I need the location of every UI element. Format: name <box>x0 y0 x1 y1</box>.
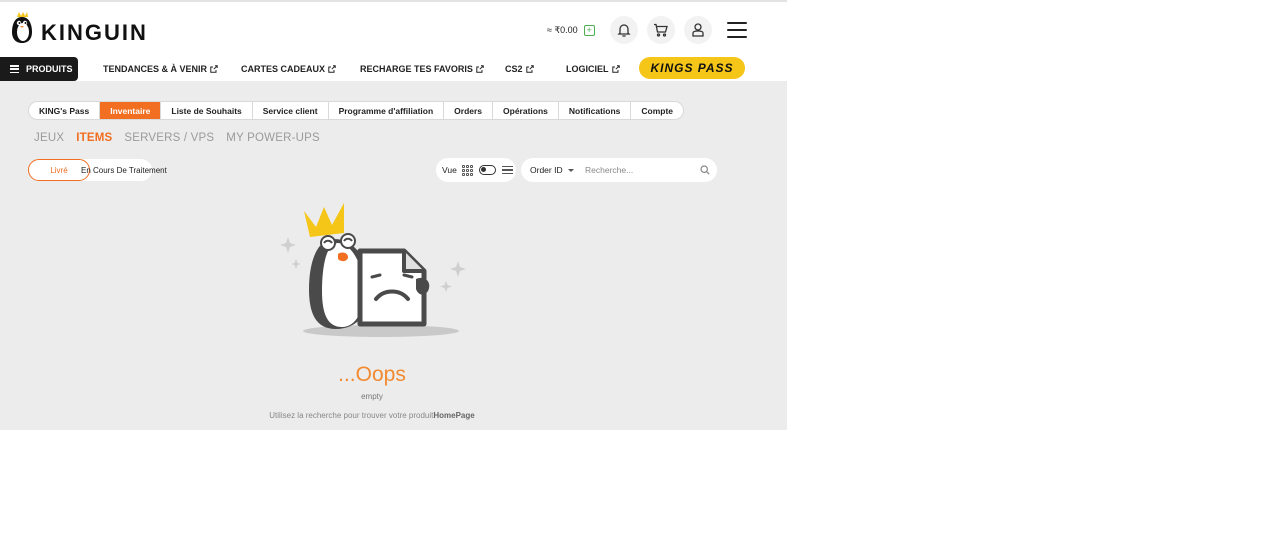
subtab-servers[interactable]: SERVERS / VPS <box>124 132 214 144</box>
header: KINGUIN ≈ ₹0.00 + <box>0 2 787 57</box>
hamburger-menu-icon[interactable] <box>726 22 747 38</box>
nav-item-top-up[interactable]: RECHARGE TES FAVORIS <box>360 57 484 81</box>
add-funds-icon[interactable]: + <box>583 24 595 36</box>
empty-state-hint: Utilisez la recherche pour trouver votre… <box>0 411 744 420</box>
list-icon <box>10 65 19 73</box>
empty-state-title: ...Oops <box>338 363 406 386</box>
search-bar: Order ID <box>521 158 717 182</box>
subtab-games[interactable]: JEUX <box>34 132 64 144</box>
tab-kings-pass[interactable]: KING's Pass <box>29 102 101 119</box>
user-icon <box>692 23 704 37</box>
main-nav: PRODUITS TENDANCES & À VENIR CARTES CADE… <box>0 57 787 81</box>
notifications-button[interactable] <box>609 16 638 44</box>
bell-icon <box>617 24 631 37</box>
search-input[interactable] <box>585 165 697 175</box>
external-link-icon <box>328 65 336 73</box>
tab-account[interactable]: Compte <box>631 102 683 119</box>
products-menu-button[interactable]: PRODUITS <box>0 57 78 81</box>
tab-wishlist[interactable]: Liste de Souhaits <box>161 102 253 119</box>
view-toggle-switch[interactable] <box>478 165 496 175</box>
view-label: Vue <box>442 165 457 175</box>
account-tabs: KING's Pass Inventaire Liste de Souhaits… <box>28 101 685 120</box>
external-link-icon <box>525 65 534 73</box>
nav-item-gift-cards[interactable]: CARTES CADEAUX <box>241 57 336 81</box>
page: KINGUIN ≈ ₹0.00 + PRODUITS TENDANCES & À… <box>0 0 787 536</box>
tab-customer-service[interactable]: Service client <box>253 102 329 119</box>
nav-item-cs2[interactable]: CS2 <box>505 57 534 81</box>
products-label: PRODUITS <box>26 64 73 74</box>
penguin-logo-icon <box>12 12 32 43</box>
external-link-icon <box>476 65 484 73</box>
tab-orders[interactable]: Orders <box>444 102 494 119</box>
cart-icon <box>654 23 669 37</box>
homepage-link[interactable]: HomePage <box>433 411 474 420</box>
empty-state-subtitle: empty <box>361 392 383 401</box>
empty-state-hint-text: Utilisez la recherche pour trouver votre… <box>269 411 434 420</box>
view-switcher: Vue <box>436 158 516 182</box>
kinguin-logo[interactable]: KINGUIN <box>9 12 148 44</box>
logo-text: KINGUIN <box>41 20 148 45</box>
tab-inventory[interactable]: Inventaire <box>100 102 162 119</box>
header-actions: ≈ ₹0.00 + <box>541 16 747 44</box>
external-link-icon <box>611 65 620 73</box>
cart-button[interactable] <box>646 16 675 44</box>
subtab-items[interactable]: ITEMS <box>76 132 112 144</box>
status-processing-button[interactable]: En Cours De Traitement <box>81 159 167 181</box>
external-link-icon <box>210 65 218 73</box>
order-id-select-value: Order ID <box>530 165 563 175</box>
inventory-subtabs: JEUX ITEMS SERVERS / VPS MY POWER-UPS <box>34 132 332 144</box>
kings-pass-button[interactable]: KINGS PASS <box>639 57 745 79</box>
search-icon[interactable] <box>700 165 710 175</box>
subtab-power-ups[interactable]: MY POWER-UPS <box>226 132 320 144</box>
tab-affiliate[interactable]: Programme d'affiliation <box>329 102 445 119</box>
tab-operations[interactable]: Opérations <box>493 102 559 119</box>
nav-item-trending[interactable]: TENDANCES & À VENIR <box>103 57 218 81</box>
tab-notifications[interactable]: Notifications <box>559 102 632 119</box>
chevron-down-icon <box>567 168 574 172</box>
wallet-balance-value: ≈ ₹0.00 <box>547 24 578 35</box>
sad-penguin-empty-illustration <box>280 203 466 337</box>
list-view-icon[interactable] <box>501 165 513 175</box>
wallet-balance[interactable]: ≈ ₹0.00 + <box>541 17 601 43</box>
account-button[interactable] <box>683 16 712 44</box>
inventory-panel: KING's Pass Inventaire Liste de Souhaits… <box>0 81 787 430</box>
nav-item-software[interactable]: LOGICIEL <box>566 57 620 81</box>
grid-view-icon[interactable] <box>461 164 473 176</box>
order-id-select[interactable]: Order ID <box>521 165 574 175</box>
status-filter: Livré En Cours De Traitement <box>28 159 167 181</box>
